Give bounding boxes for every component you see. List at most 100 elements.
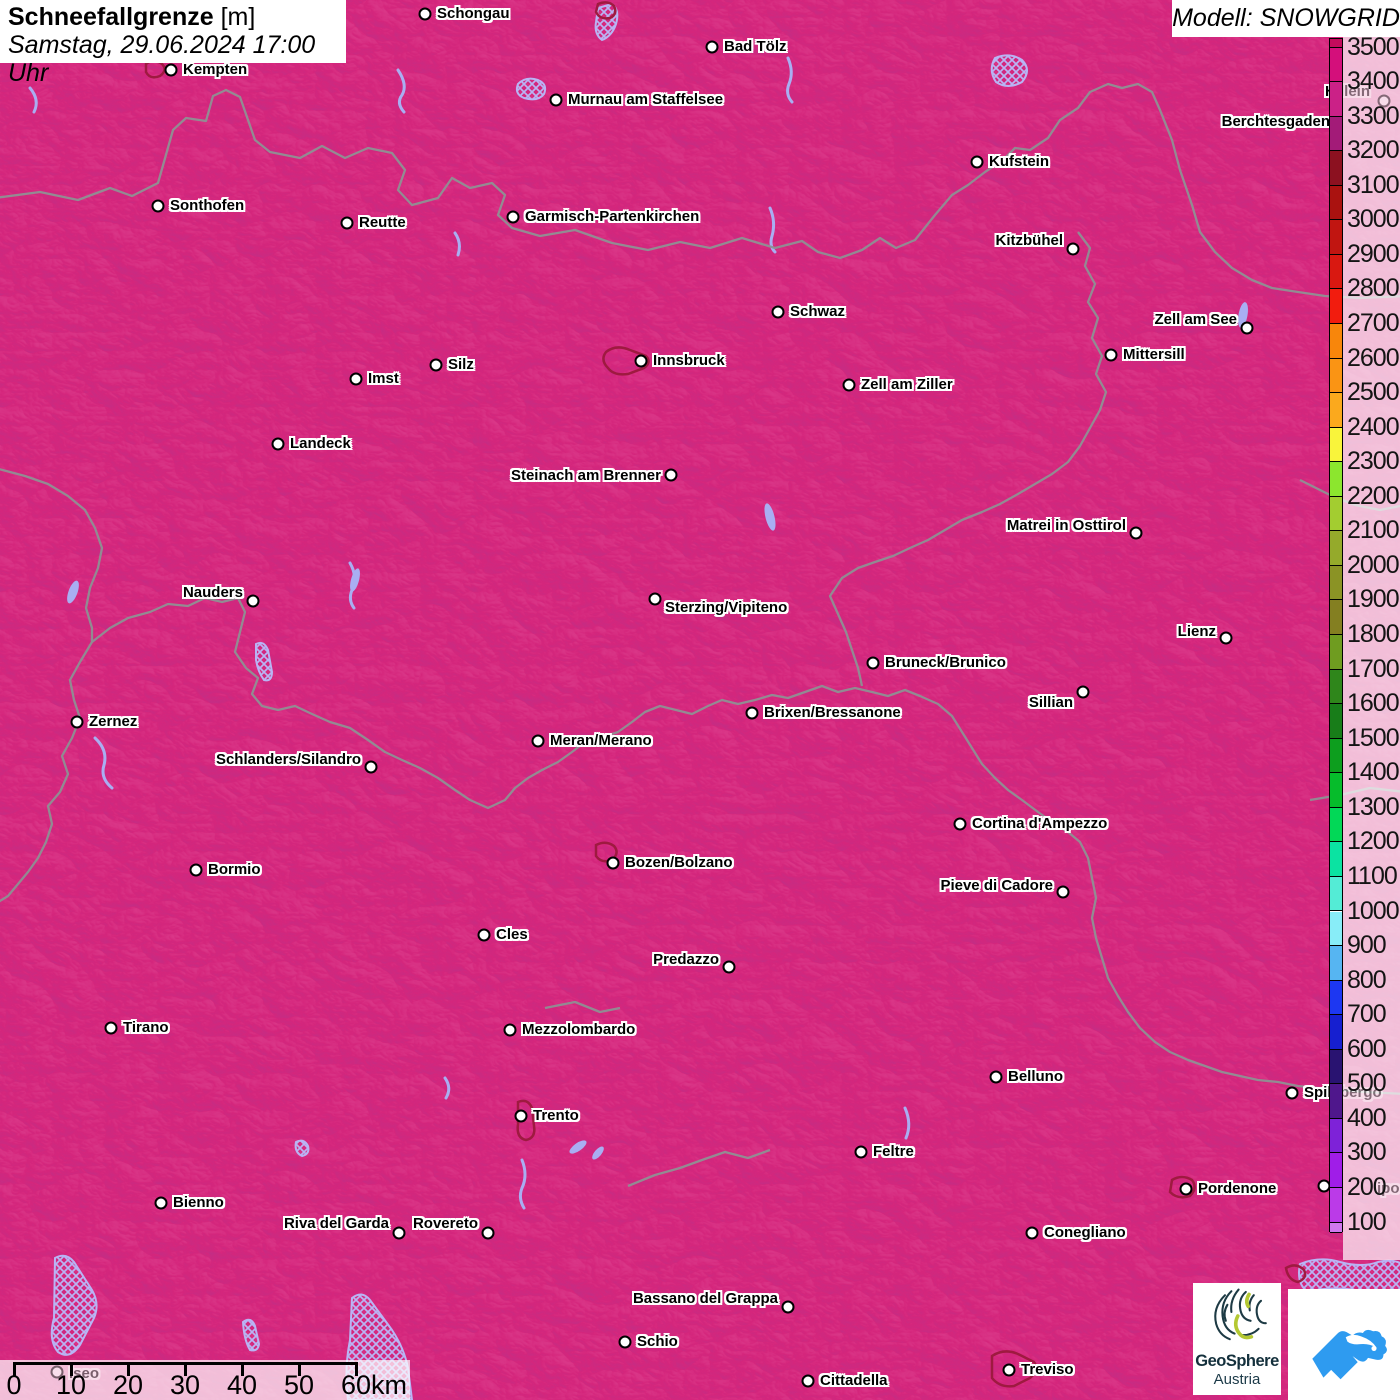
city-label: Bienno xyxy=(173,1194,224,1212)
city-dot xyxy=(189,863,203,877)
city-label: Meran/Merano xyxy=(550,732,652,750)
city-dot xyxy=(606,856,620,870)
legend-cell xyxy=(1330,531,1342,566)
city-dot xyxy=(481,1226,495,1240)
city-dot xyxy=(151,199,165,213)
city-dot xyxy=(1076,685,1090,699)
legend-tick-label: 900 xyxy=(1347,931,1387,960)
city-dot xyxy=(1056,885,1070,899)
city-label: Riva del Garda xyxy=(283,1215,389,1233)
city-label: Schongau xyxy=(437,5,510,23)
city-dot xyxy=(866,656,880,670)
legend-tick-label: 1500 xyxy=(1347,723,1400,752)
legend-tick-label: 2300 xyxy=(1347,447,1400,476)
city-label: Innsbruck xyxy=(653,352,725,370)
legend-tick-label: 3500 xyxy=(1347,32,1400,61)
legend-tick-label: 3000 xyxy=(1347,205,1400,234)
city-label: Garmisch-Partenkirchen xyxy=(525,208,700,226)
scalebar-label: 10 xyxy=(55,1370,87,1400)
city-dot xyxy=(364,760,378,774)
city-dot xyxy=(104,1021,118,1035)
city-dot xyxy=(854,1145,868,1159)
geosphere-logo: GeoSphere Austria xyxy=(1193,1283,1281,1395)
city-dot xyxy=(953,817,967,831)
legend-cell xyxy=(1330,807,1342,843)
city-dot xyxy=(781,1300,795,1314)
city-dot xyxy=(664,468,678,482)
legend-tick-label: 1900 xyxy=(1347,585,1400,614)
legend-cell xyxy=(1330,1049,1342,1085)
legend-cell xyxy=(1330,704,1342,739)
city-dot xyxy=(514,1109,528,1123)
city-label: Steinach am Brenner xyxy=(510,467,661,485)
city-dot xyxy=(705,40,719,54)
city-label: Treviso xyxy=(1021,1361,1074,1379)
city-label: Matrei in Osttirol xyxy=(1006,517,1126,535)
legend-cell xyxy=(1330,1187,1342,1223)
city-dot xyxy=(429,358,443,372)
city-label: Schwaz xyxy=(790,303,846,321)
legend-tick-label: 3300 xyxy=(1347,101,1400,130)
city-dot xyxy=(801,1374,815,1388)
city-dot xyxy=(771,305,785,319)
city-label: Predazzo xyxy=(653,951,719,969)
timestamp: Samstag, 29.06.2024 17:00 Uhr xyxy=(8,31,316,87)
legend-cell xyxy=(1330,1222,1342,1233)
city-dot xyxy=(340,216,354,230)
city-label: Bruneck/Brunico xyxy=(885,654,1006,672)
scalebar-label: 20 xyxy=(112,1370,144,1400)
legend-tick-label: 200 xyxy=(1347,1172,1387,1201)
city-dot xyxy=(1104,348,1118,362)
legend-tick-label: 100 xyxy=(1347,1207,1387,1236)
legend-tick-label: 1100 xyxy=(1347,861,1398,890)
legend-cell xyxy=(1330,185,1342,221)
city-dot xyxy=(648,592,662,606)
scalebar: 0 10 20 30 40 50 60km xyxy=(0,1360,410,1400)
city-label: Mittersill xyxy=(1123,346,1185,364)
legend-tick-label: 700 xyxy=(1347,1000,1387,1029)
city-label: Silz xyxy=(448,356,474,374)
city-label: Mezzolombardo xyxy=(522,1021,636,1039)
city-label: Trento xyxy=(533,1107,579,1125)
city-dot xyxy=(506,210,520,224)
legend-tick-label: 3100 xyxy=(1347,170,1400,199)
legend-cell xyxy=(1330,876,1342,912)
legend-tick-label: 1600 xyxy=(1347,689,1400,718)
title-unit: [m] xyxy=(220,3,256,31)
city-dot xyxy=(271,437,285,451)
city-dot xyxy=(842,378,856,392)
city-label: Zell am See xyxy=(1154,311,1237,329)
legend-cell xyxy=(1330,47,1342,83)
legend-tick-label: 2000 xyxy=(1347,550,1400,579)
legend-tick-label: 2700 xyxy=(1347,308,1400,337)
legend-cell xyxy=(1330,1118,1342,1154)
legend-tick-label: 1000 xyxy=(1347,896,1400,925)
legend-cell xyxy=(1330,289,1342,324)
legend-tick-label: 300 xyxy=(1347,1138,1387,1167)
model-label: Modell: SNOWGRID xyxy=(1172,0,1400,37)
city-label: Sillian xyxy=(1028,694,1073,712)
legend-cell xyxy=(1330,842,1342,877)
title-box: Schneefallgrenze [m] Samstag, 29.06.2024… xyxy=(0,0,346,87)
city-label: Sterzing/Vipiteno xyxy=(665,599,788,617)
city-dot xyxy=(1179,1182,1193,1196)
city-label: Imst xyxy=(368,370,399,388)
legend-tick-label: 1800 xyxy=(1347,620,1400,649)
legend-cell xyxy=(1330,323,1342,359)
legend-cell xyxy=(1330,116,1342,152)
legend-tick-label: 600 xyxy=(1347,1034,1387,1063)
city-label: Zernez xyxy=(89,713,138,731)
legend-tick-label: 2600 xyxy=(1347,343,1400,372)
city-dot xyxy=(418,7,432,21)
city-label: Bassano del Grappa xyxy=(632,1290,778,1308)
city-dot xyxy=(634,354,648,368)
city-dot xyxy=(989,1070,1003,1084)
city-label: Conegliano xyxy=(1044,1224,1126,1242)
city-dot xyxy=(1240,321,1254,335)
city-dot xyxy=(1285,1086,1299,1100)
city-label: Kitzbühel xyxy=(995,232,1064,250)
mountain-cloud-logo-icon xyxy=(1312,1329,1387,1379)
snowgrid-map-screenshot: Schongau Bad Tölz Kempten Murnau am Staffel… xyxy=(0,0,1400,1400)
city-label: Tirano xyxy=(123,1019,169,1037)
legend-cell xyxy=(1330,39,1342,48)
